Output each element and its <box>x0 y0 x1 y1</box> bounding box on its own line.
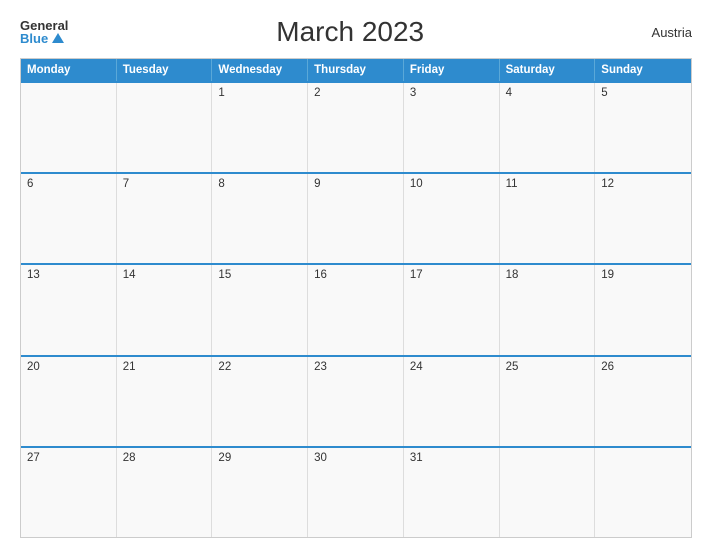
cal-cell-empty <box>500 448 596 537</box>
cal-cell-28: 28 <box>117 448 213 537</box>
day-number: 24 <box>410 361 423 373</box>
weekday-header-thursday: Thursday <box>308 59 404 81</box>
cal-cell-12: 12 <box>595 174 691 263</box>
day-number: 2 <box>314 87 320 99</box>
cal-cell-15: 15 <box>212 265 308 354</box>
week-row-5: 27 28 29 30 31 <box>21 446 691 537</box>
calendar-title: March 2023 <box>68 16 632 48</box>
logo-triangle-icon <box>52 33 64 43</box>
day-number: 20 <box>27 361 40 373</box>
cal-cell-3: 3 <box>404 83 500 172</box>
cal-cell-26: 26 <box>595 357 691 446</box>
cal-cell-23: 23 <box>308 357 404 446</box>
day-number: 5 <box>601 87 607 99</box>
cal-cell-25: 25 <box>500 357 596 446</box>
day-number: 29 <box>218 452 231 464</box>
calendar-page: General Blue March 2023 Austria MondayTu… <box>0 0 712 550</box>
cal-cell-13: 13 <box>21 265 117 354</box>
cal-cell-2: 2 <box>308 83 404 172</box>
week-row-2: 6 7 8 9 10 11 12 <box>21 172 691 263</box>
weekday-header-monday: Monday <box>21 59 117 81</box>
cal-cell-14: 14 <box>117 265 213 354</box>
cal-cell-18: 18 <box>500 265 596 354</box>
calendar-grid: MondayTuesdayWednesdayThursdayFridaySatu… <box>20 58 692 538</box>
cal-cell-17: 17 <box>404 265 500 354</box>
day-number: 28 <box>123 452 136 464</box>
cal-cell-4: 4 <box>500 83 596 172</box>
cal-cell-5: 5 <box>595 83 691 172</box>
calendar-body: 1234567891011121314151617181920212223242… <box>21 81 691 537</box>
day-number: 27 <box>27 452 40 464</box>
cal-cell-27: 27 <box>21 448 117 537</box>
day-number: 17 <box>410 269 423 281</box>
day-number: 1 <box>218 87 224 99</box>
weekday-header-friday: Friday <box>404 59 500 81</box>
day-number: 16 <box>314 269 327 281</box>
week-row-3: 13 14 15 16 17 18 19 <box>21 263 691 354</box>
week-row-1: 1 2 3 4 5 <box>21 81 691 172</box>
country-label: Austria <box>632 25 692 40</box>
cal-cell-9: 9 <box>308 174 404 263</box>
cal-cell-29: 29 <box>212 448 308 537</box>
week-row-4: 20 21 22 23 24 25 26 <box>21 355 691 446</box>
cal-cell-21: 21 <box>117 357 213 446</box>
day-number: 9 <box>314 178 320 190</box>
day-number: 31 <box>410 452 423 464</box>
day-number: 3 <box>410 87 416 99</box>
cal-cell-empty <box>595 448 691 537</box>
cal-cell-31: 31 <box>404 448 500 537</box>
logo: General Blue <box>20 19 68 45</box>
cal-cell-10: 10 <box>404 174 500 263</box>
cal-cell-19: 19 <box>595 265 691 354</box>
day-number: 10 <box>410 178 423 190</box>
cal-cell-1: 1 <box>212 83 308 172</box>
weekday-header-saturday: Saturday <box>500 59 596 81</box>
weekday-header-sunday: Sunday <box>595 59 691 81</box>
weekday-header-tuesday: Tuesday <box>117 59 213 81</box>
cal-cell-24: 24 <box>404 357 500 446</box>
cal-cell-8: 8 <box>212 174 308 263</box>
header: General Blue March 2023 Austria <box>20 16 692 48</box>
day-number: 21 <box>123 361 136 373</box>
weekday-header-row: MondayTuesdayWednesdayThursdayFridaySatu… <box>21 59 691 81</box>
cal-cell-6: 6 <box>21 174 117 263</box>
day-number: 13 <box>27 269 40 281</box>
cal-cell-11: 11 <box>500 174 596 263</box>
cal-cell-16: 16 <box>308 265 404 354</box>
day-number: 11 <box>506 178 518 190</box>
day-number: 26 <box>601 361 614 373</box>
cal-cell-30: 30 <box>308 448 404 537</box>
day-number: 19 <box>601 269 614 281</box>
day-number: 8 <box>218 178 224 190</box>
day-number: 14 <box>123 269 136 281</box>
day-number: 15 <box>218 269 231 281</box>
day-number: 12 <box>601 178 614 190</box>
day-number: 7 <box>123 178 129 190</box>
day-number: 4 <box>506 87 512 99</box>
day-number: 6 <box>27 178 33 190</box>
day-number: 23 <box>314 361 327 373</box>
cal-cell-7: 7 <box>117 174 213 263</box>
day-number: 25 <box>506 361 519 373</box>
cal-cell-empty <box>21 83 117 172</box>
cal-cell-20: 20 <box>21 357 117 446</box>
cal-cell-22: 22 <box>212 357 308 446</box>
day-number: 18 <box>506 269 519 281</box>
weekday-header-wednesday: Wednesday <box>212 59 308 81</box>
day-number: 22 <box>218 361 231 373</box>
logo-blue-text: Blue <box>20 32 64 45</box>
day-number: 30 <box>314 452 327 464</box>
cal-cell-empty <box>117 83 213 172</box>
